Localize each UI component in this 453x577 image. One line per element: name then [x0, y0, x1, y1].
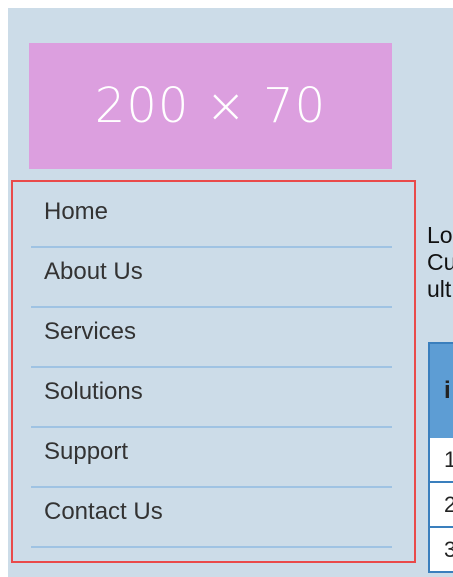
- nav-item-label: Support: [44, 438, 129, 465]
- nav-item-label: Services: [44, 318, 137, 345]
- nav-item-label: Contact Us: [44, 498, 163, 525]
- nav-item-solutions[interactable]: Solutions: [31, 368, 392, 428]
- intro-line: Lo: [427, 222, 453, 248]
- nav-item-about-us[interactable]: About Us: [31, 248, 392, 308]
- table-header-cell: i: [428, 342, 453, 438]
- intro-text: Lo Cu ult: [427, 222, 453, 303]
- nav-item-label: About Us: [44, 258, 143, 285]
- table-row: 2: [428, 483, 453, 528]
- intro-line: ult: [427, 276, 452, 302]
- nav-item-label: Home: [44, 198, 109, 225]
- data-table: i 1 2 3: [428, 342, 453, 577]
- nav-item-label: Solutions: [44, 378, 143, 405]
- table-row: 1: [428, 438, 453, 483]
- intro-line: Cu: [427, 249, 453, 275]
- nav-item-services[interactable]: Services: [31, 308, 392, 368]
- nav-item-home[interactable]: Home: [31, 188, 392, 248]
- table-row: 3: [428, 528, 453, 573]
- screenshot-canvas: 200 × 70 Home About Us Services Solution…: [0, 0, 453, 577]
- nav-list: Home About Us Services Solutions Support…: [31, 188, 392, 548]
- sidebar-nav: Home About Us Services Solutions Support…: [11, 180, 416, 563]
- logo-placeholder: 200 × 70: [29, 43, 392, 169]
- nav-item-support[interactable]: Support: [31, 428, 392, 488]
- nav-item-contact-us[interactable]: Contact Us: [31, 488, 392, 548]
